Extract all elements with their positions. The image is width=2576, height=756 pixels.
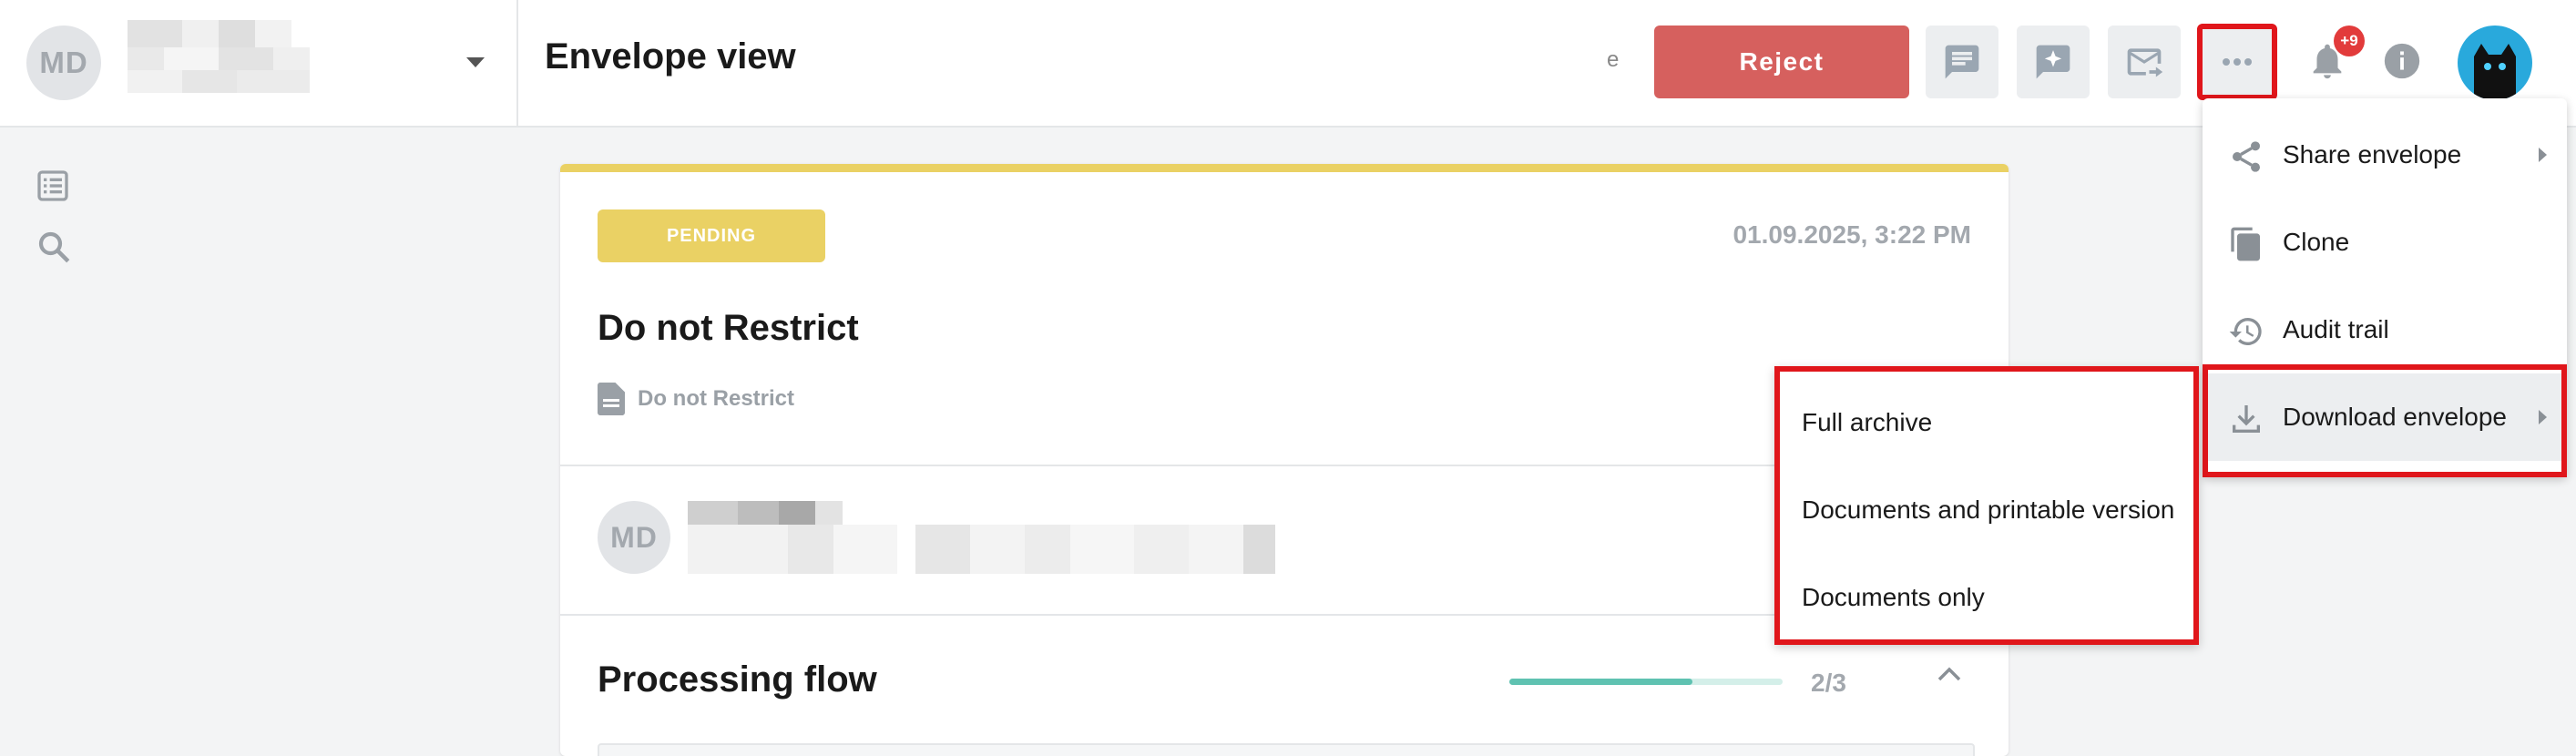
share-icon <box>2233 141 2260 172</box>
search-button[interactable] <box>35 228 73 271</box>
comment-icon <box>1945 45 1979 79</box>
document-icon <box>598 383 625 415</box>
menu-item-label: Clone <box>2283 228 2350 256</box>
document-link[interactable]: Do not Restrict <box>598 383 794 415</box>
collapse-button[interactable] <box>1936 665 1963 688</box>
submenu-item-documents-and-printable[interactable]: Documents and printable version <box>1802 495 2174 525</box>
more-horizontal-icon <box>2223 58 2252 66</box>
download-submenu: Full archive Documents and printable ver… <box>1774 366 2199 645</box>
processing-flow-title: Processing flow <box>598 659 877 700</box>
forward-mail-button[interactable] <box>2108 26 2181 98</box>
page-title: Envelope view <box>545 36 796 77</box>
envelope-date: 01.09.2025, 3:22 PM <box>1733 220 1971 249</box>
menu-item-share-envelope[interactable]: Share envelope <box>2203 111 2567 199</box>
redacted-signer-info <box>688 501 1325 574</box>
ai-assistant-button[interactable] <box>2017 26 2090 98</box>
submenu-item-full-archive[interactable]: Full archive <box>1802 408 1932 437</box>
redacted-username <box>128 20 310 93</box>
left-toolbar <box>0 128 109 310</box>
menu-item-clone[interactable]: Clone <box>2203 199 2567 286</box>
status-color-bar <box>560 164 2009 172</box>
menu-item-label: Audit trail <box>2283 315 2389 343</box>
menu-item-audit-trail[interactable]: Audit trail <box>2203 286 2567 373</box>
flow-progress-fill <box>1509 679 1692 685</box>
outline-button[interactable] <box>35 168 71 209</box>
info-button[interactable] <box>2381 40 2423 87</box>
user-initials: MD <box>39 46 88 79</box>
chevron-down-icon[interactable] <box>466 57 485 67</box>
document-name: Do not Restrict <box>638 386 795 411</box>
chevron-up-icon <box>1937 667 1961 681</box>
list-icon <box>37 170 68 201</box>
cat-avatar-icon <box>2474 44 2516 100</box>
copy-icon <box>2231 227 2260 261</box>
flow-steps-container <box>598 743 1975 756</box>
flow-progress-bar <box>1509 679 1783 685</box>
history-icon <box>2229 318 2262 345</box>
download-envelope-highlight <box>2203 364 2567 477</box>
mail-forward-icon <box>2127 48 2163 77</box>
signer-avatar: MD <box>598 501 670 574</box>
truncated-label: e <box>1607 47 1620 72</box>
submenu-item-documents-only[interactable]: Documents only <box>1802 583 1985 612</box>
notification-badge: +9 <box>2334 26 2365 56</box>
signer-initials: MD <box>610 520 658 554</box>
flow-progress-count: 2/3 <box>1811 669 1846 697</box>
envelope-title: Do not Restrict <box>598 308 859 348</box>
user-switcher[interactable]: MD <box>0 0 518 126</box>
profile-avatar[interactable] <box>2458 26 2532 100</box>
comments-button[interactable] <box>1926 26 1998 98</box>
search-icon <box>38 231 70 263</box>
more-options-button[interactable] <box>2197 24 2277 100</box>
user-avatar: MD <box>26 26 101 100</box>
info-icon <box>2384 43 2420 79</box>
status-badge: PENDING <box>598 209 825 262</box>
notifications-button[interactable]: +9 <box>2306 26 2365 88</box>
sparkle-comment-icon <box>2036 45 2070 79</box>
submenu-arrow-icon <box>2539 148 2547 162</box>
menu-item-label: Share envelope <box>2283 140 2462 169</box>
reject-button[interactable]: Reject <box>1654 26 1909 98</box>
